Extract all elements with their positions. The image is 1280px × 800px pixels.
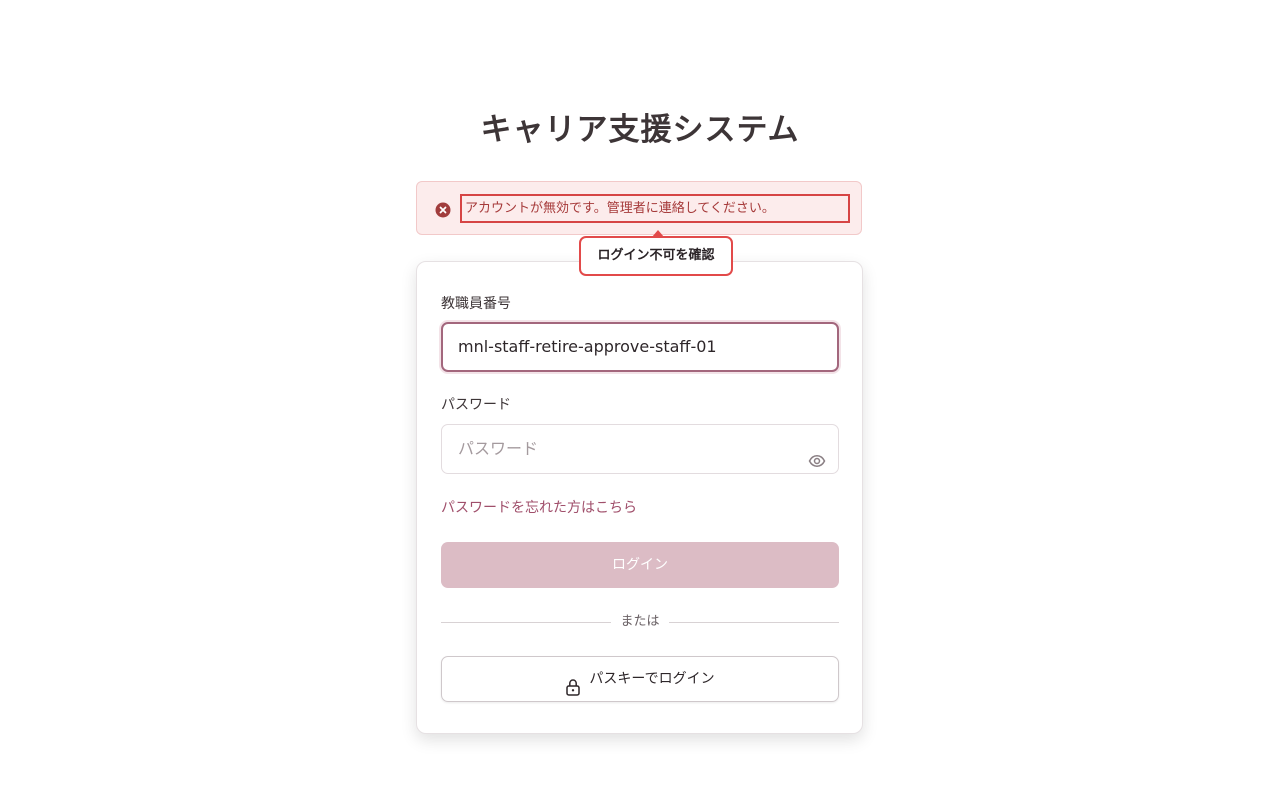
password-placeholder: パスワード: [458, 439, 539, 458]
password-input[interactable]: パスワード: [441, 424, 839, 474]
error-alert: アカウントが無効です。管理者に連絡してください。: [416, 181, 862, 235]
page-title: キャリア支援システム: [480, 112, 800, 148]
callout-arrow: [652, 230, 664, 237]
divider: または: [441, 612, 839, 632]
staff-id-label: 教職員番号: [441, 296, 511, 312]
eye-icon[interactable]: [808, 441, 826, 467]
passkey-button-label: パスキーでログイン: [589, 671, 715, 687]
staff-id-input[interactable]: mnl-staff-retire-approve-staff-01: [441, 322, 839, 372]
lock-icon: [565, 670, 581, 696]
error-circle-icon: [435, 202, 451, 218]
forgot-password-link[interactable]: パスワードを忘れた方はこちら: [441, 498, 637, 518]
login-card: 教職員番号 mnl-staff-retire-approve-staff-01 …: [416, 261, 863, 734]
login-button[interactable]: ログイン: [441, 542, 839, 588]
error-message: アカウントが無効です。管理者に連絡してください。: [460, 194, 850, 223]
annotation-callout: ログイン不可を確認: [579, 230, 733, 276]
password-label: パスワード: [441, 397, 511, 413]
passkey-login-button[interactable]: パスキーでログイン: [441, 656, 839, 702]
divider-text: または: [620, 614, 660, 629]
login-page: キャリア支援システム アカウントが無効です。管理者に連絡してください。 ログイン…: [0, 0, 1280, 800]
callout-text: ログイン不可を確認: [597, 248, 715, 263]
